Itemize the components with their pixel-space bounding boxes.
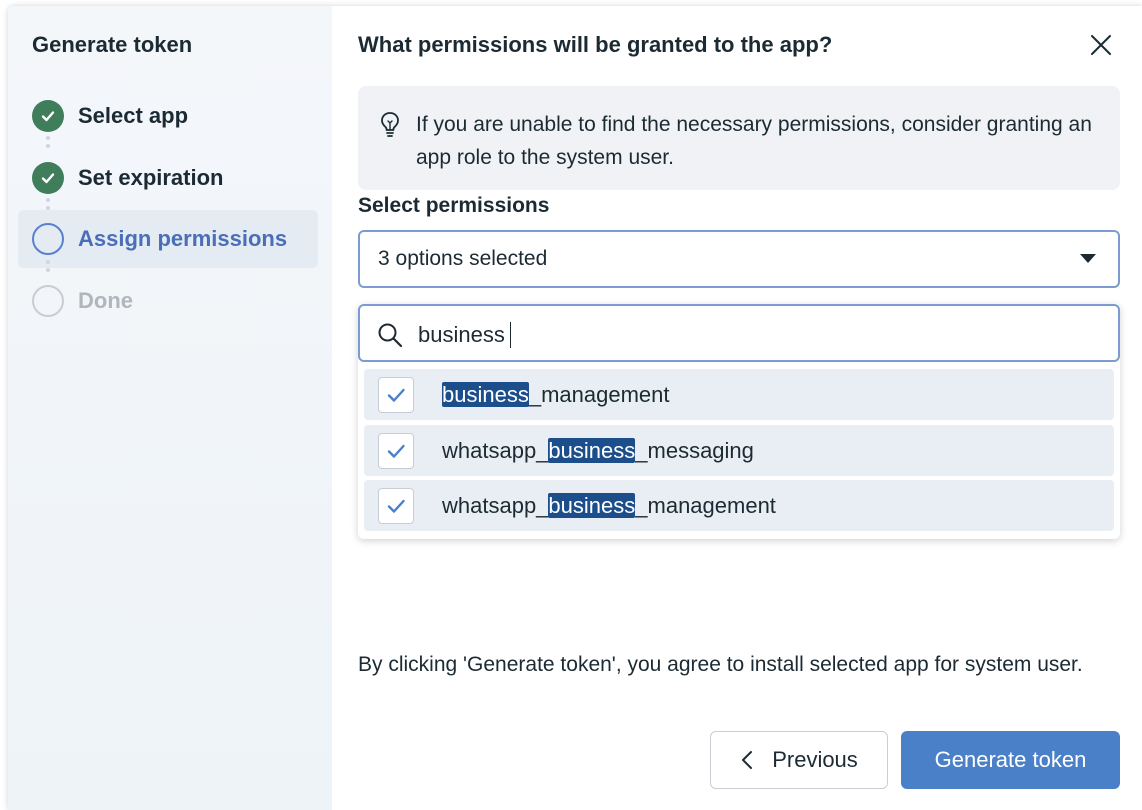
step-label: Done xyxy=(78,288,133,313)
permissions-dropdown: business_management whatsapp_business_me… xyxy=(358,304,1120,539)
select-value: 3 options selected xyxy=(378,247,548,270)
dialog-title: What permissions will be granted to the … xyxy=(358,32,833,57)
step-connector xyxy=(46,136,50,148)
search-highlight: business xyxy=(548,438,636,463)
checkmark-icon xyxy=(387,388,405,402)
option-whatsapp-business-management[interactable]: whatsapp_business_management xyxy=(364,480,1114,531)
step-select-app: Select app xyxy=(18,87,318,145)
option-whatsapp-business-messaging[interactable]: whatsapp_business_messaging xyxy=(364,425,1114,476)
check-circle-icon xyxy=(32,162,64,194)
step-set-expiration: Set expiration xyxy=(18,149,318,207)
option-label: business_management xyxy=(442,382,670,407)
checkbox[interactable] xyxy=(378,433,414,469)
step-connector xyxy=(46,260,50,272)
option-business-management[interactable]: business_management xyxy=(364,369,1114,420)
step-assign-permissions: Assign permissions xyxy=(18,210,318,268)
step-label: Set expiration xyxy=(78,165,224,190)
step-done: Done xyxy=(18,272,318,330)
permissions-label: Select permissions xyxy=(358,194,550,217)
generate-label: Generate token xyxy=(934,747,1087,772)
sidebar-title: Generate token xyxy=(32,32,193,57)
agreement-text: By clicking 'Generate token', you agree … xyxy=(358,653,1083,676)
checkmark-icon xyxy=(387,444,405,458)
search-highlight: business xyxy=(442,382,529,407)
generate-token-dialog: Generate token Select app Set expiration… xyxy=(8,6,1142,810)
permissions-select[interactable]: 3 options selected xyxy=(358,230,1120,288)
step-connector xyxy=(46,198,50,210)
pending-step-circle-icon xyxy=(32,285,64,317)
search-highlight: business xyxy=(548,493,636,518)
current-step-circle-icon xyxy=(32,223,64,255)
step-label: Select app xyxy=(78,103,189,128)
steps-sidebar: Generate token Select app Set expiration… xyxy=(8,6,332,810)
option-label: whatsapp_business_messaging xyxy=(442,438,754,463)
checkbox[interactable] xyxy=(378,377,414,413)
generate-token-button[interactable]: Generate token xyxy=(901,731,1120,789)
check-circle-icon xyxy=(32,100,64,132)
previous-button[interactable]: Previous xyxy=(710,731,888,789)
chevron-left-icon xyxy=(740,749,754,771)
info-banner: If you are unable to find the necessary … xyxy=(358,86,1120,190)
lightbulb-icon xyxy=(381,112,399,137)
option-label: whatsapp_business_management xyxy=(442,493,776,518)
step-label: Assign permissions xyxy=(78,226,288,251)
search-icon xyxy=(378,323,403,348)
close-icon xyxy=(1091,35,1111,55)
search-box xyxy=(358,304,1120,362)
caret-down-icon xyxy=(1080,254,1096,263)
close-button[interactable] xyxy=(1088,32,1114,58)
info-text: If you are unable to find the necessary … xyxy=(416,113,1092,169)
checkbox[interactable] xyxy=(378,488,414,524)
previous-label: Previous xyxy=(772,747,858,772)
checkmark-icon xyxy=(387,499,405,513)
text-cursor xyxy=(510,322,511,348)
search-input[interactable] xyxy=(416,316,1100,354)
